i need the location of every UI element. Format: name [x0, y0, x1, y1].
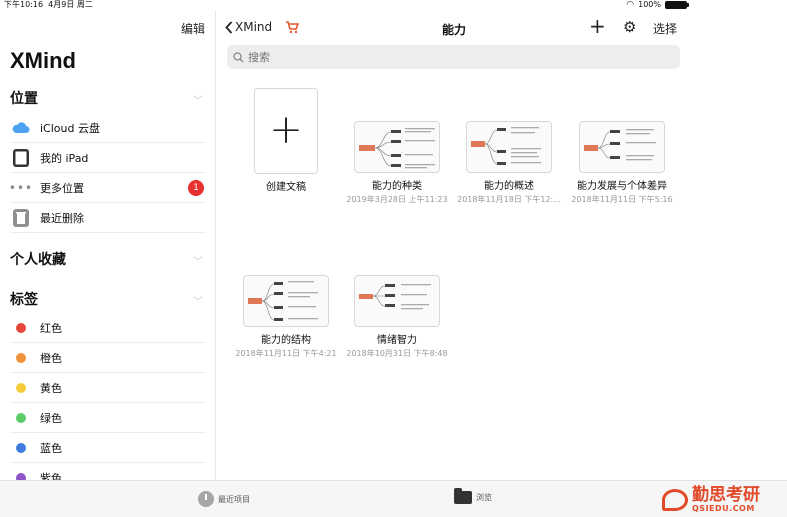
- sidebar-item-recently-deleted[interactable]: 最近删除: [10, 203, 206, 233]
- section-favorites-title[interactable]: 个人收藏: [10, 249, 66, 269]
- search-input[interactable]: [248, 50, 648, 64]
- watermark: 勤思考研 QSIEDU.COM: [662, 486, 760, 513]
- select-button[interactable]: 选择: [653, 20, 677, 37]
- chevron-down-icon[interactable]: ﹀: [193, 92, 203, 107]
- tab-recent-label: 最近项目: [218, 494, 250, 504]
- file-name: 能力的概述: [484, 181, 534, 192]
- red-dot-icon: [16, 322, 26, 333]
- ipad-icon: [10, 148, 32, 168]
- file-thumbnail[interactable]: [354, 275, 440, 327]
- mindmap-thumbnail-icon: [471, 127, 541, 165]
- sidebar-item-label: 我的 iPad: [40, 151, 89, 165]
- search-bar[interactable]: [227, 45, 680, 69]
- sidebar-item-more-locations[interactable]: ••• 更多位置 1: [8, 173, 206, 203]
- sidebar-item-label: 最近删除: [40, 211, 84, 225]
- file-name: 能力的种类: [372, 181, 422, 192]
- sidebar-item-label: 红色: [40, 321, 62, 335]
- sidebar-item-label: 蓝色: [40, 441, 62, 455]
- file-item[interactable]: 能力的种类 2019年3月28日 上午11:23: [342, 121, 452, 205]
- tags-list: 红色 橙色 黄色 绿色 蓝色 紫色: [10, 313, 206, 480]
- file-item[interactable]: 能力的概述 2018年11月18日 下午12:...: [454, 121, 564, 205]
- file-name: 能力的结构: [261, 335, 311, 346]
- file-thumbnail[interactable]: [466, 121, 552, 173]
- status-date: 4月9日 周二: [48, 0, 93, 9]
- sidebar-item-tag-blue[interactable]: 蓝色: [10, 433, 206, 463]
- sidebar-item-icloud[interactable]: iCloud 云盘: [10, 113, 206, 143]
- sidebar-item-tag-purple[interactable]: 紫色: [10, 463, 206, 480]
- mindmap-thumbnail-icon: [248, 281, 318, 321]
- wifi-icon: ◠: [626, 0, 635, 10]
- tab-browse-label: 浏览: [476, 493, 492, 502]
- folder-icon: [454, 488, 472, 504]
- search-icon: [233, 51, 244, 62]
- trash-icon: [10, 208, 32, 228]
- file-name: 能力发展与个体差异: [577, 181, 667, 192]
- file-thumbnail[interactable]: [243, 275, 329, 327]
- file-date: 2018年11月11日 下午5:16: [571, 195, 673, 204]
- section-locations-title[interactable]: 位置: [10, 88, 38, 108]
- status-bar: 下午10:16 4月9日 周二 ◠ 100%: [0, 0, 787, 10]
- watermark-en: QSIEDU.COM: [692, 504, 755, 513]
- file-item[interactable]: 能力的结构 2018年11月11日 下午4:21: [231, 275, 341, 359]
- file-item[interactable]: 情绪智力 2018年10月31日 下午8:48: [342, 275, 452, 359]
- yellow-dot-icon: [16, 382, 26, 393]
- sidebar-item-ipad[interactable]: 我的 iPad: [10, 143, 206, 173]
- file-name: 情绪智力: [377, 335, 417, 346]
- purple-dot-icon: [16, 472, 26, 480]
- sidebar-item-label: 更多位置: [40, 181, 84, 195]
- sidebar-item-tag-green[interactable]: 绿色: [10, 403, 206, 433]
- sidebar-item-label: 绿色: [40, 411, 62, 425]
- app-title: XMind: [10, 48, 76, 73]
- orange-dot-icon: [16, 352, 26, 363]
- blue-dot-icon: [16, 442, 26, 453]
- watermark-logo-icon: [662, 488, 688, 511]
- plus-icon: +: [269, 107, 303, 154]
- sidebar: 编辑 XMind 位置 ﹀ iCloud 云盘 我的 iPad ••• 更多位置…: [0, 10, 216, 480]
- file-date: 2019年3月28日 上午11:23: [346, 195, 448, 204]
- tab-browse[interactable]: 浏览: [454, 488, 492, 504]
- status-right: ◠ 100%: [626, 0, 689, 10]
- file-thumbnail[interactable]: [579, 121, 665, 173]
- status-time-date: 下午10:16 4月9日 周二: [4, 0, 93, 10]
- edit-button[interactable]: 编辑: [181, 20, 205, 37]
- sidebar-item-label: 紫色: [40, 471, 62, 481]
- mindmap-thumbnail-icon: [359, 128, 435, 169]
- watermark-cn: 勤思考研: [692, 485, 760, 505]
- create-document-tile[interactable]: +: [254, 88, 318, 174]
- file-date: 2018年11月18日 下午12:...: [457, 195, 561, 204]
- chevron-down-icon[interactable]: ﹀: [193, 253, 203, 268]
- sidebar-item-label: 黄色: [40, 381, 62, 395]
- add-icon[interactable]: +: [589, 16, 606, 36]
- locations-list: iCloud 云盘 我的 iPad ••• 更多位置 1 最近删除: [8, 113, 206, 233]
- mindmap-thumbnail-icon: [359, 284, 431, 310]
- battery-icon: [665, 1, 689, 9]
- main-content: XMind 能力 + ⚙ 选择 + 创建文稿 能力的种类 2019年3月28日 …: [217, 10, 787, 480]
- gear-icon[interactable]: ⚙: [623, 18, 636, 36]
- chevron-down-icon[interactable]: ﹀: [193, 293, 203, 308]
- section-tags-title[interactable]: 标签: [10, 289, 38, 309]
- more-icon: •••: [8, 180, 34, 195]
- create-document-button[interactable]: + 创建文稿: [231, 88, 341, 193]
- file-thumbnail[interactable]: [354, 121, 440, 173]
- notification-badge: 1: [188, 180, 204, 196]
- file-date: 2018年11月11日 下午4:21: [235, 349, 337, 358]
- sidebar-item-tag-red[interactable]: 红色: [10, 313, 206, 343]
- sidebar-item-label: 橙色: [40, 351, 62, 365]
- green-dot-icon: [16, 412, 26, 423]
- tab-recent[interactable]: 最近项目: [198, 491, 250, 507]
- battery-percent: 100%: [638, 0, 661, 9]
- file-name: 创建文稿: [266, 182, 306, 193]
- file-item[interactable]: 能力发展与个体差异 2018年11月11日 下午5:16: [567, 121, 677, 205]
- mindmap-thumbnail-icon: [584, 129, 656, 161]
- sidebar-item-label: iCloud 云盘: [40, 121, 100, 135]
- clock-icon: [198, 491, 214, 507]
- icloud-icon: [10, 121, 32, 134]
- sidebar-item-tag-yellow[interactable]: 黄色: [10, 373, 206, 403]
- status-time: 下午10:16: [4, 0, 44, 9]
- sidebar-item-tag-orange[interactable]: 橙色: [10, 343, 206, 373]
- file-date: 2018年10月31日 下午8:48: [346, 349, 448, 358]
- page-title: 能力: [441, 23, 466, 37]
